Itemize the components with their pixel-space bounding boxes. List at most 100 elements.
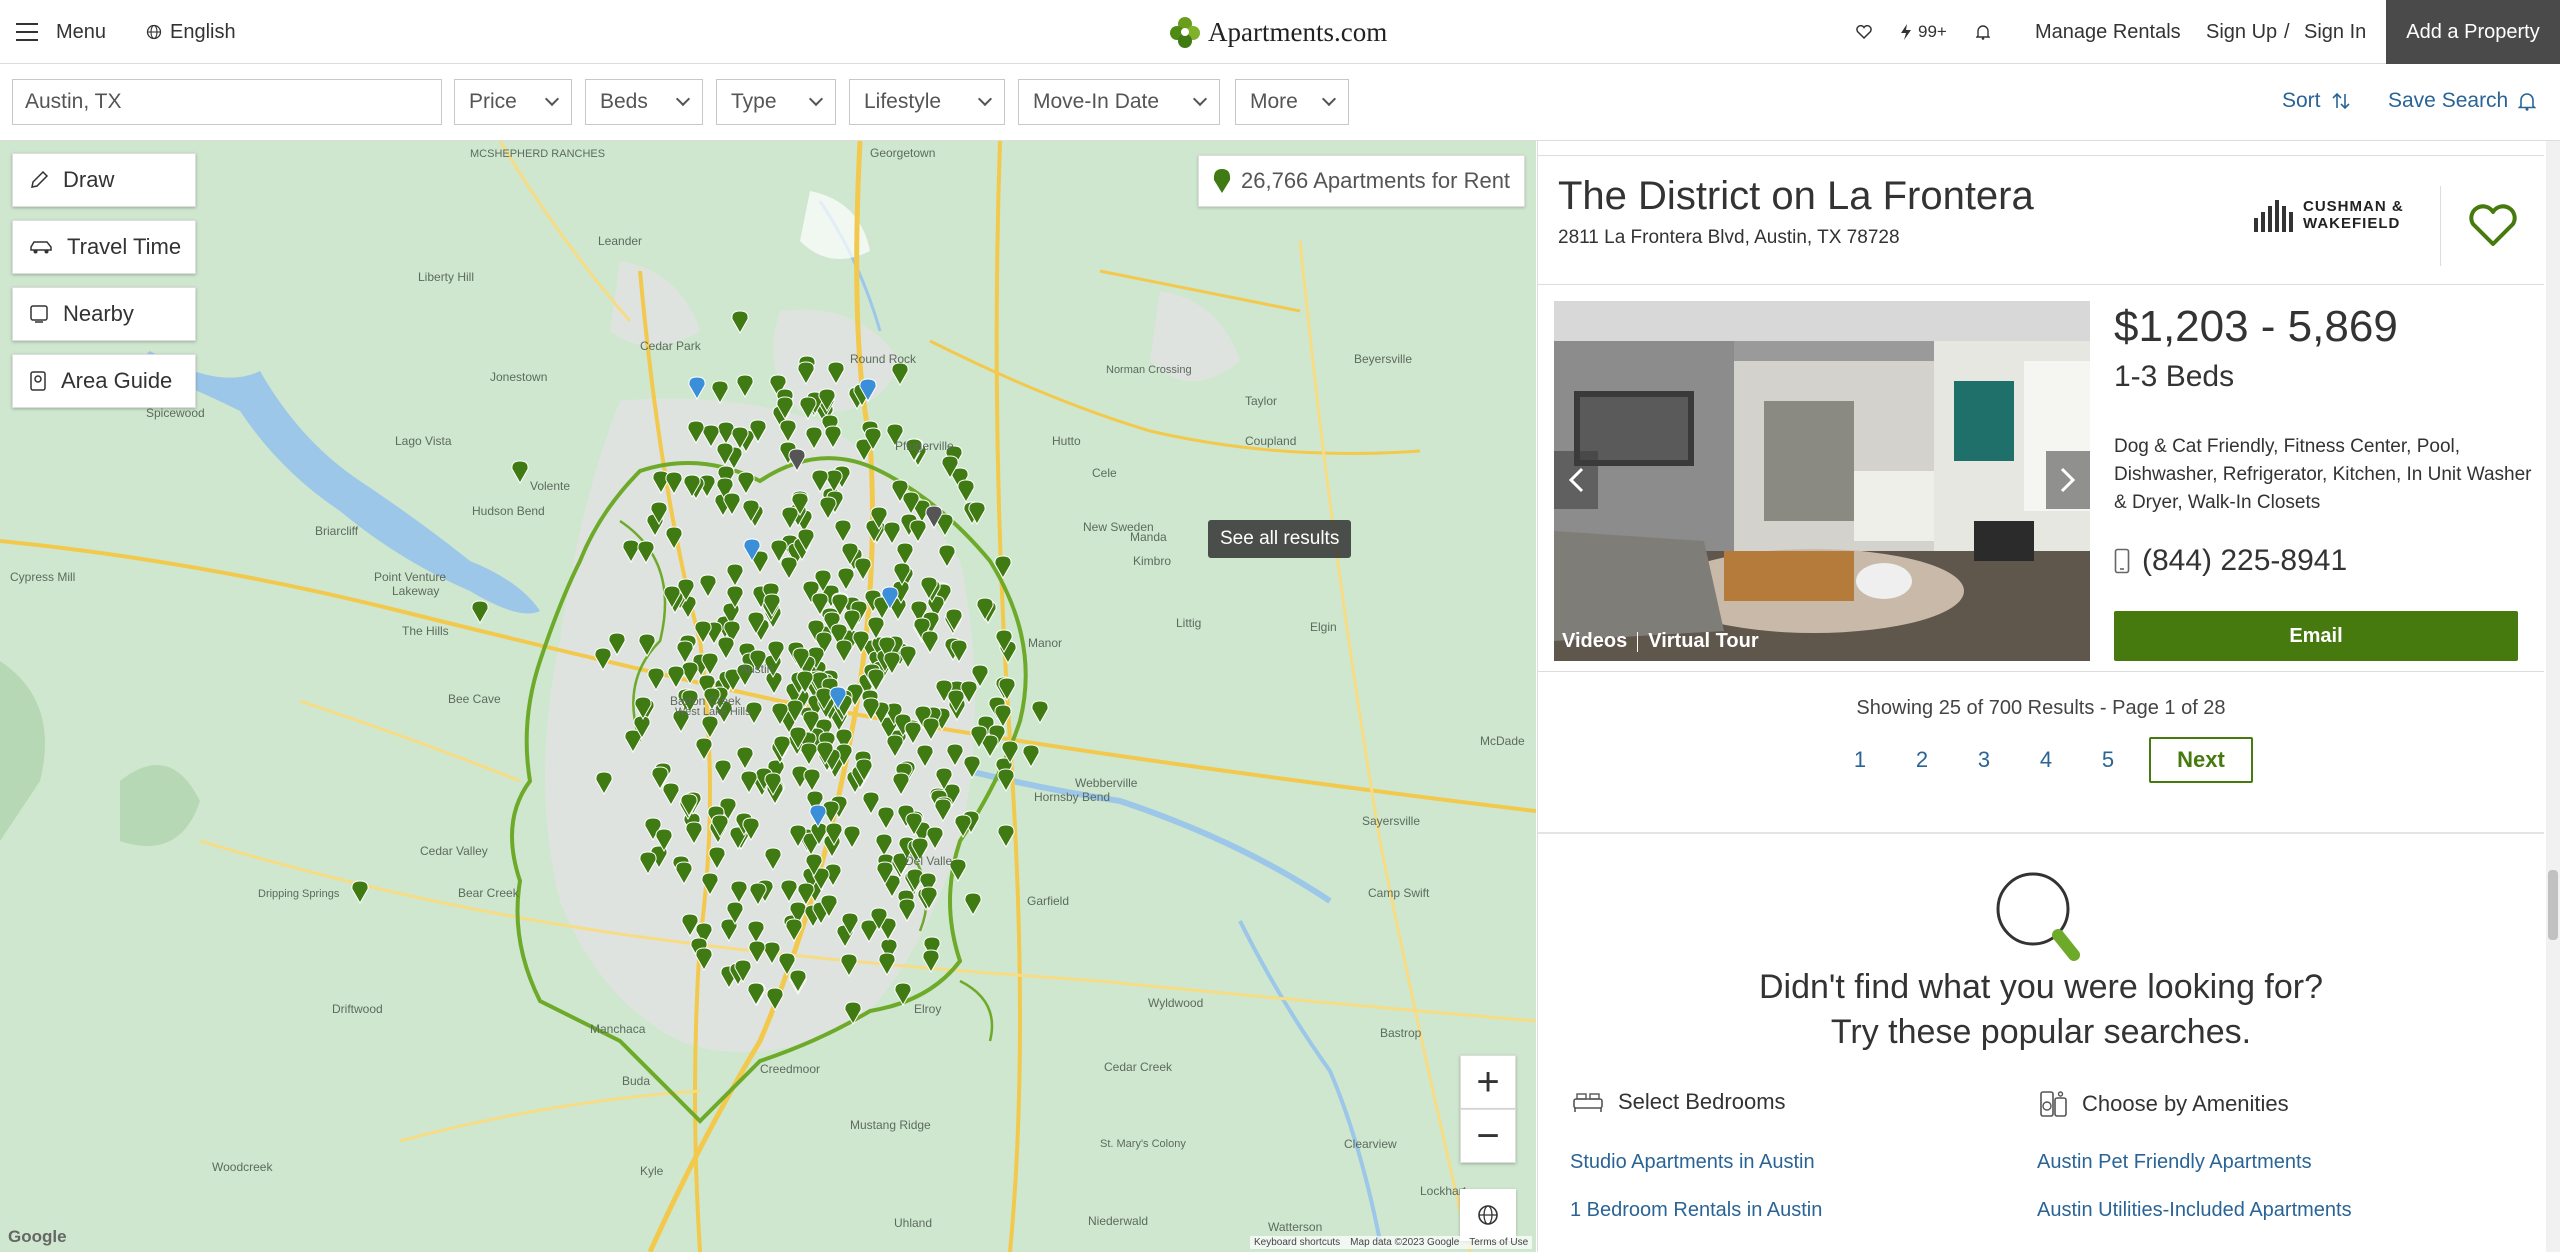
map-layers-button[interactable] bbox=[1460, 1189, 1516, 1241]
property-photo[interactable]: Videos Virtual Tour bbox=[1554, 301, 2090, 661]
lifestyle-filter-button[interactable]: Lifestyle bbox=[849, 79, 1005, 125]
apartments-logo[interactable]: Apartments.com bbox=[1168, 10, 1387, 54]
videos-tag[interactable]: Videos bbox=[1562, 630, 1627, 653]
nearby-button[interactable]: Nearby bbox=[12, 287, 196, 341]
company-name-line1: CUSHMAN & bbox=[2303, 198, 2404, 215]
map-place-label: Georgetown bbox=[870, 146, 935, 160]
heart-icon bbox=[2468, 204, 2517, 246]
listing-panel: The District on La Frontera 2811 La Fron… bbox=[1537, 141, 2560, 1252]
scrollbar-thumb[interactable] bbox=[2548, 870, 2558, 940]
terms-link[interactable]: Terms of Use bbox=[1469, 1237, 1528, 1248]
virtual-tour-tag[interactable]: Virtual Tour bbox=[1648, 630, 1758, 653]
map-place-label: MCSHEPHERD RANCHES bbox=[470, 148, 605, 160]
one-bedroom-rentals-link[interactable]: 1 Bedroom Rentals in Austin bbox=[1570, 1199, 1822, 1222]
map-place-label: Creedmoor bbox=[760, 1062, 820, 1076]
bed-range: 1-3 Beds bbox=[2114, 360, 2235, 393]
map-canvas[interactable]: MCSHEPHERD RANCHES Georgetown Leander Liber… bbox=[0, 141, 1536, 1252]
next-photo-button[interactable] bbox=[2046, 451, 2090, 509]
page-3-link[interactable]: 3 bbox=[1953, 737, 2015, 783]
map-place-label: Briarcliff bbox=[315, 524, 359, 538]
map-place-label: Kyle bbox=[640, 1164, 664, 1178]
map-credits: Keyboard shortcuts Map data ©2023 Google… bbox=[1250, 1236, 1533, 1249]
map-place-label: Uhland bbox=[894, 1216, 932, 1230]
popular-heading-line2: Try these popular searches. bbox=[1830, 1013, 2252, 1051]
type-filter-button[interactable]: Type bbox=[716, 79, 836, 125]
washer-icon bbox=[2040, 1091, 2067, 1117]
car-icon bbox=[30, 241, 52, 254]
map-place-label: Bee Cave bbox=[448, 692, 501, 706]
hamburger-icon bbox=[16, 23, 38, 41]
save-search-button[interactable]: Save Search bbox=[2388, 89, 2537, 113]
zoom-in-button[interactable]: + bbox=[1460, 1055, 1516, 1109]
price-range: $1,203 - 5,869 bbox=[2114, 302, 2398, 351]
phone-link[interactable]: (844) 225-8941 bbox=[2114, 544, 2347, 578]
chevron-down-icon bbox=[808, 91, 824, 107]
map-place-label: Austin bbox=[740, 662, 773, 676]
studio-apartments-link[interactable]: Studio Apartments in Austin bbox=[1570, 1151, 1815, 1174]
more-filter-button[interactable]: More bbox=[1235, 79, 1349, 125]
beds-filter-button[interactable]: Beds bbox=[585, 79, 703, 125]
map-place-label: Lakeway bbox=[392, 584, 439, 598]
menu-label: Menu bbox=[56, 20, 107, 43]
utilities-included-link[interactable]: Austin Utilities-Included Apartments bbox=[2037, 1199, 2352, 1222]
company-logo-icon bbox=[2254, 198, 2293, 232]
chevron-down-icon bbox=[977, 91, 993, 107]
menu-button[interactable]: Menu bbox=[16, 0, 106, 64]
sign-in-link[interactable]: Sign In bbox=[2304, 0, 2366, 64]
more-filter-label: More bbox=[1250, 90, 1298, 113]
previous-photo-button[interactable] bbox=[1554, 451, 1598, 509]
filter-bar: Price Beds Type Lifestyle Move-In Date M… bbox=[0, 65, 2560, 141]
favorites-button[interactable] bbox=[1856, 0, 1872, 64]
favorite-button[interactable] bbox=[2440, 186, 2544, 266]
page-2-link[interactable]: 2 bbox=[1891, 737, 1953, 783]
notifications-button[interactable] bbox=[1976, 0, 1990, 64]
next-page-button[interactable]: Next bbox=[2149, 737, 2253, 783]
price-filter-button[interactable]: Price bbox=[454, 79, 572, 125]
map-place-label: Cedar Valley bbox=[420, 844, 488, 858]
page-5-link[interactable]: 5 bbox=[2077, 737, 2139, 783]
travel-time-button[interactable]: Travel Time bbox=[12, 220, 196, 274]
sort-button[interactable]: Sort bbox=[2282, 89, 2351, 113]
chevron-down-icon bbox=[675, 91, 691, 107]
pet-friendly-link[interactable]: Austin Pet Friendly Apartments bbox=[2037, 1151, 2312, 1174]
map-place-label: Volente bbox=[530, 479, 570, 493]
map-data-credit: Map data ©2023 Google bbox=[1350, 1237, 1460, 1248]
move-in-date-filter-button[interactable]: Move-In Date bbox=[1018, 79, 1220, 125]
popular-heading-line1: Didn't find what you were looking for? bbox=[1758, 968, 2324, 1006]
language-button[interactable]: English bbox=[146, 0, 236, 64]
magnifier-icon bbox=[1996, 872, 2080, 961]
property-card[interactable]: The District on La Frontera 2811 La Fron… bbox=[1538, 155, 2544, 672]
add-property-button[interactable]: Add a Property bbox=[2386, 0, 2560, 64]
map-place-label: Coupland bbox=[1245, 434, 1296, 448]
map-place-label: Dripping Springs bbox=[258, 888, 340, 900]
lifestyle-filter-label: Lifestyle bbox=[864, 90, 942, 113]
draw-tool-button[interactable]: Draw bbox=[12, 153, 196, 207]
map-place-label: Cedar Park bbox=[640, 339, 702, 353]
panel-scrollbar[interactable] bbox=[2546, 141, 2560, 1252]
map-place-label: McDade bbox=[1480, 734, 1525, 748]
alerts-button[interactable]: 99+ bbox=[1900, 0, 1947, 64]
result-count-badge: 26,766 Apartments for Rent bbox=[1198, 155, 1526, 207]
see-all-results-tooltip[interactable]: See all results bbox=[1208, 520, 1352, 558]
sign-up-link[interactable]: Sign Up bbox=[2206, 0, 2277, 64]
email-button[interactable]: Email bbox=[2114, 611, 2518, 661]
map-place-label: Bastrop bbox=[1380, 1026, 1422, 1040]
property-title[interactable]: The District on La Frontera bbox=[1558, 174, 2034, 219]
map-view[interactable]: MCSHEPHERD RANCHES Georgetown Leander Liber… bbox=[0, 141, 1536, 1252]
map-place-label: Kimbro bbox=[1133, 554, 1171, 568]
globe-icon bbox=[146, 24, 162, 40]
google-logo: Google bbox=[8, 1227, 67, 1246]
zoom-out-button[interactable]: − bbox=[1460, 1109, 1516, 1163]
map-place-label: Bear Creek bbox=[458, 886, 520, 900]
property-address: 2811 La Frontera Blvd, Austin, TX 78728 bbox=[1558, 227, 1900, 248]
keyboard-shortcuts-link[interactable]: Keyboard shortcuts bbox=[1254, 1237, 1340, 1248]
area-guide-button[interactable]: Area Guide bbox=[12, 354, 196, 408]
location-search-input[interactable] bbox=[12, 79, 442, 125]
language-label: English bbox=[170, 20, 236, 43]
company-name-line2: WAKEFIELD bbox=[2303, 215, 2401, 232]
manage-rentals-link[interactable]: Manage Rentals bbox=[2035, 0, 2181, 64]
map-place-label: Littig bbox=[1176, 616, 1201, 630]
page-1-link[interactable]: 1 bbox=[1829, 737, 1891, 783]
chevron-down-icon bbox=[544, 91, 560, 107]
page-4-link[interactable]: 4 bbox=[2015, 737, 2077, 783]
